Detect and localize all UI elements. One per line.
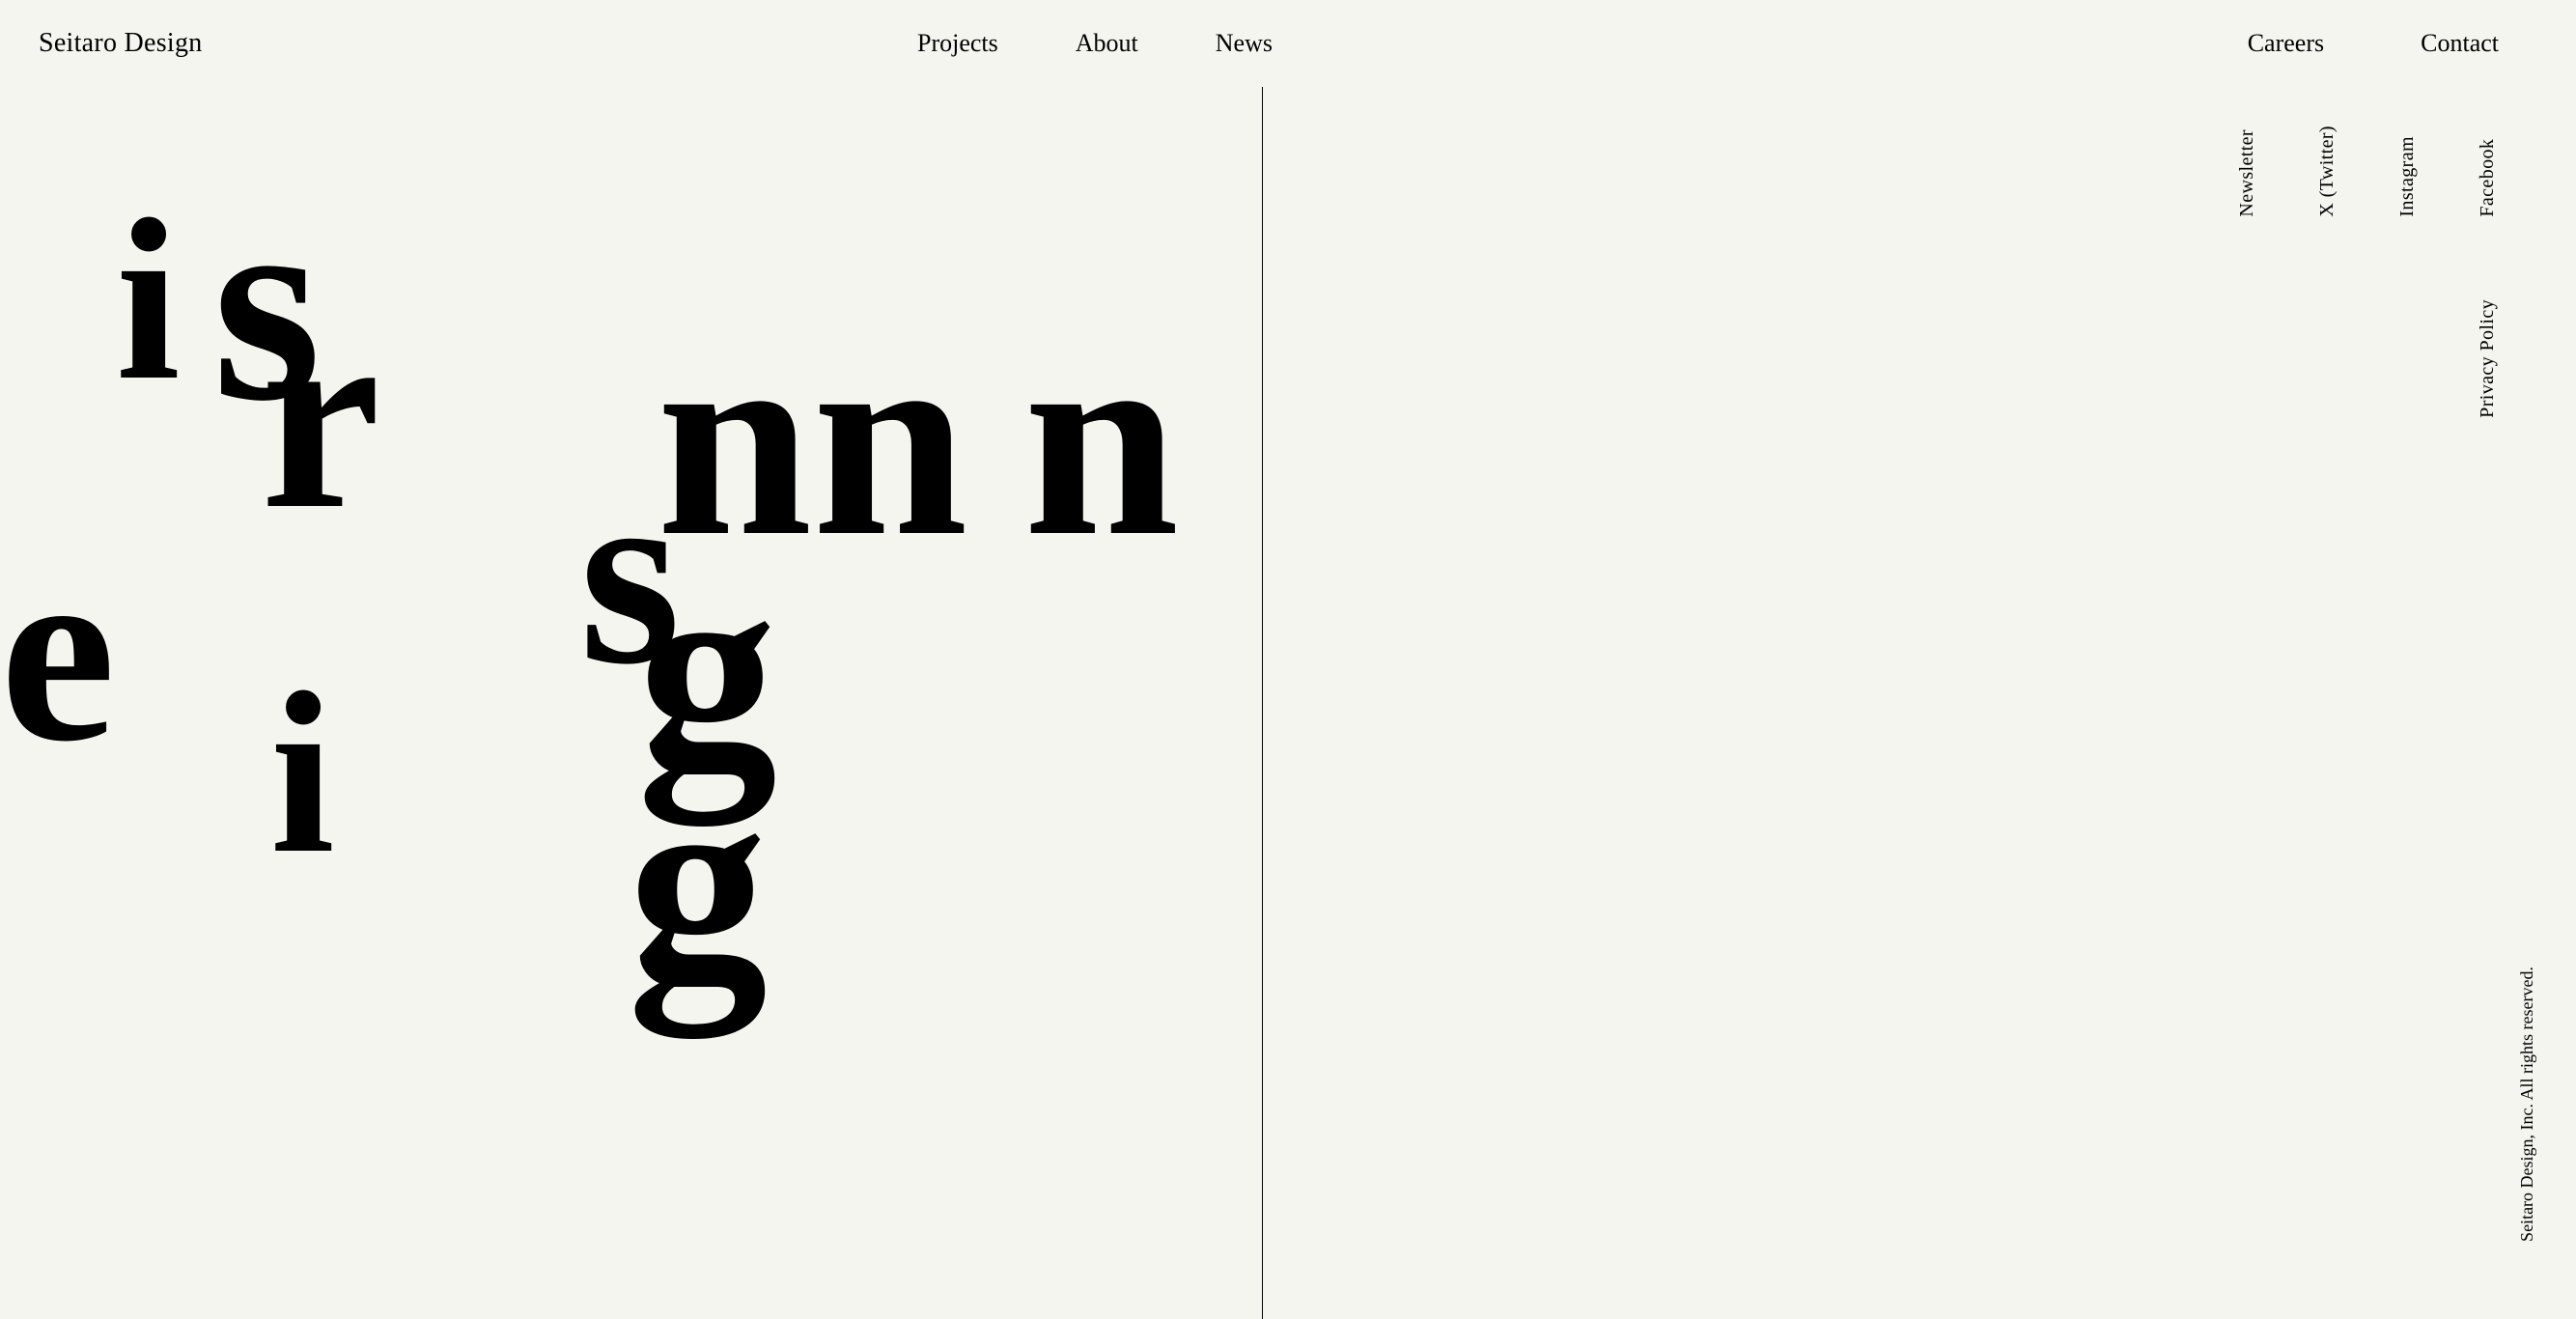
policy-links: Privacy Policy [2477,299,2499,423]
decorative-letter-i2: i [270,657,335,888]
nav-center: Projects About News [917,29,1273,58]
link-facebook[interactable]: Facebook [2477,126,2499,217]
decorative-letter-i-1: i [116,183,181,415]
decorative-letter-n: n [1023,299,1179,579]
link-privacy-policy[interactable]: Privacy Policy [2477,299,2499,418]
main-area: i s r nn n s e g i g [0,87,1263,1319]
nav-projects[interactable]: Projects [917,29,998,58]
decorative-letter-r: r [261,280,380,550]
nav-contact[interactable]: Contact [2421,29,2499,58]
link-x-twitter[interactable]: X (Twitter) [2316,126,2338,217]
decorative-letter-e: e [0,521,116,782]
link-newsletter[interactable]: Newsletter [2236,126,2258,217]
link-instagram[interactable]: Instagram [2396,126,2419,217]
nav-right: Careers Contact [2248,29,2499,58]
header: Seitaro Design Projects About News Caree… [0,0,2576,87]
nav-careers[interactable]: Careers [2248,29,2324,58]
logo[interactable]: Seitaro Design [39,28,203,59]
nav-about[interactable]: About [1076,29,1138,58]
copyright: Seitaro Design, Inc. All rights reserved… [2517,967,2537,1242]
decorative-letter-g2: g [628,744,768,1024]
right-panel: Newsletter X (Twitter) Instagram Faceboo… [1263,0,2576,1319]
social-links: Newsletter X (Twitter) Instagram Faceboo… [2236,126,2499,217]
nav-news[interactable]: News [1216,29,1273,58]
